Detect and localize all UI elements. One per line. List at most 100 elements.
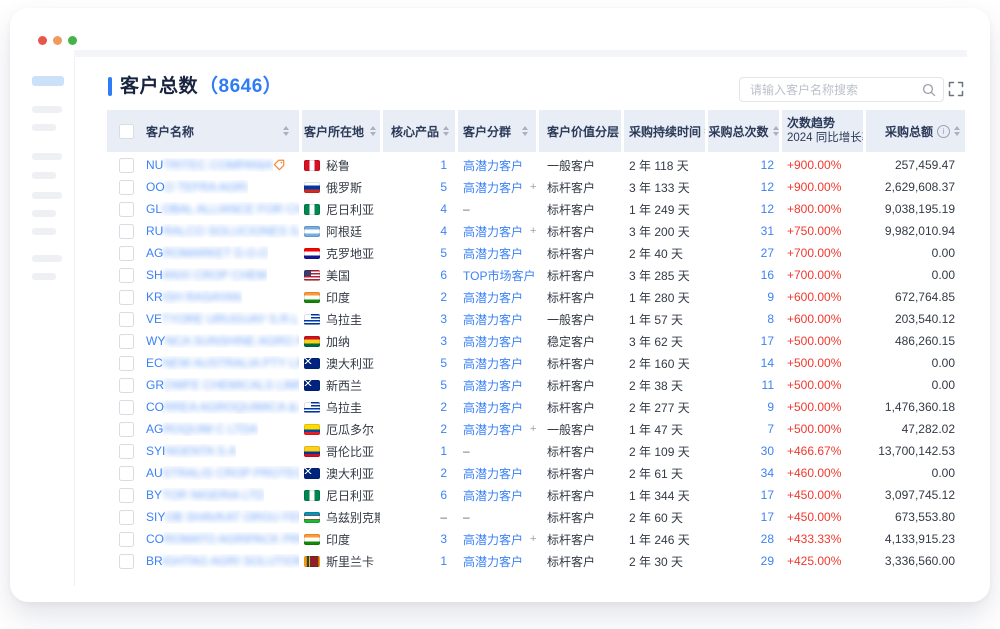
sidebar-item[interactable] [32,192,62,199]
purchase-count-link[interactable]: 28 [761,532,774,546]
select-all-checkbox[interactable] [119,124,134,139]
segment-link[interactable]: TOP市场客户 [463,267,535,284]
search-icon[interactable] [922,83,936,97]
segment-link[interactable]: 高潜力客户 [463,289,523,306]
column-header-segment[interactable]: 客户分群 [458,110,536,152]
customer-name-link[interactable]: BRIGHTAG AGRI SOLUTIONS PVT LTD [146,554,299,568]
table-row[interactable]: RURALCO SOLUCIONES S.A 阿根廷 4 高潜力客户 +1 标杆… [107,220,965,242]
customer-name-link[interactable]: AGROQUIM C LTDA [146,422,258,436]
segment-link[interactable]: 高潜力客户 [463,487,523,504]
table-row[interactable]: BRIGHTAG AGRI SOLUTIONS PVT LTD 斯里兰卡 1 高… [107,550,965,572]
sort-icon[interactable] [522,126,528,136]
segment-link[interactable]: 高潜力客户 [463,311,523,328]
customer-name-link[interactable]: BYTOR NIGERIA LTD [146,488,264,502]
purchase-count-link[interactable]: 27 [761,246,774,260]
search-box[interactable] [739,77,944,102]
table-row[interactable]: AUSTRALIS CROP PROTECTION P... 澳大利亚 2 高潜… [107,462,965,484]
sidebar-item[interactable] [32,172,56,179]
row-checkbox[interactable] [119,334,134,349]
core-products-count-link[interactable]: 5 [440,378,447,392]
customer-name-link[interactable]: GROWFE CHEMICALS LIMITED [146,378,299,392]
segment-link[interactable]: 高潜力客户 [463,399,523,416]
table-row[interactable]: OOO TEFRA AGRI 俄罗斯 5 高潜力客户 +1 标杆客户 3 年 1… [107,176,965,198]
row-checkbox[interactable] [119,158,134,173]
sidebar-item[interactable] [32,210,56,217]
core-products-count-link[interactable]: 5 [440,356,447,370]
customer-name-link[interactable]: WYNCA SUNSHINE AGRO PRODU... [146,334,299,348]
segment-link[interactable]: 高潜力客户 [463,355,523,372]
row-checkbox[interactable] [119,268,134,283]
sidebar-item-active[interactable] [32,76,64,86]
row-checkbox[interactable] [119,290,134,305]
row-checkbox[interactable] [119,466,134,481]
purchase-count-link[interactable]: 7 [767,422,774,436]
core-products-count-link[interactable]: 2 [440,466,447,480]
table-row[interactable]: SYINGENTA S.A 哥伦比亚 1 – 标杆客户 2 年 109 天 30… [107,440,965,462]
segment-link[interactable]: 高潜力客户 [463,553,523,570]
segment-link[interactable]: – [463,510,470,524]
row-checkbox[interactable] [119,400,134,415]
segment-link[interactable]: 高潜力客户 [463,333,523,350]
segment-link[interactable]: 高潜力客户 [463,223,523,240]
core-products-count-link[interactable]: 2 [440,400,447,414]
sort-icon[interactable] [954,126,960,136]
purchase-count-link[interactable]: 17 [761,488,774,502]
purchase-count-link[interactable]: 30 [761,444,774,458]
core-products-count-link[interactable]: 5 [440,180,447,194]
customer-name-link[interactable]: SIYOB SHAVKAT ORGU FERMER X... [146,510,299,524]
table-row[interactable]: VETYORE URUGUAY S.R.L 乌拉圭 3 高潜力客户 一般客户 1… [107,308,965,330]
customer-name-link[interactable]: VETYORE URUGUAY S.R.L [146,312,299,326]
customer-name-link[interactable]: GLOBAL ALLIANCE FOR CHEMICA... [146,202,299,216]
column-header-total-amount[interactable]: 采购总额 i [866,110,965,152]
purchase-count-link[interactable]: 9 [767,290,774,304]
customer-name-link[interactable]: RURALCO SOLUCIONES S.A [146,224,299,238]
customer-name-link[interactable]: SHANXI CROP CHEM [146,268,267,282]
purchase-count-link[interactable]: 12 [761,180,774,194]
purchase-count-link[interactable]: 31 [761,224,774,238]
row-checkbox[interactable] [119,378,134,393]
purchase-count-link[interactable]: 14 [761,356,774,370]
segment-link[interactable]: – [463,444,470,458]
purchase-count-link[interactable]: 9 [767,400,774,414]
purchase-count-link[interactable]: 29 [761,554,774,568]
table-row[interactable]: GLOBAL ALLIANCE FOR CHEMICA... 尼日利亚 4 – … [107,198,965,220]
info-icon[interactable]: i [937,125,950,138]
row-checkbox[interactable] [119,444,134,459]
row-checkbox[interactable] [119,246,134,261]
row-checkbox[interactable] [119,202,134,217]
sort-icon[interactable] [443,126,449,136]
row-checkbox[interactable] [119,356,134,371]
core-products-count-link[interactable]: 5 [440,246,447,260]
core-products-count-link[interactable]: 4 [440,224,447,238]
table-row[interactable]: SHANXI CROP CHEM 美国 6 TOP市场客户 标杆客户 3 年 2… [107,264,965,286]
row-checkbox[interactable] [119,488,134,503]
customer-name-link[interactable]: ECNEW AUSTRALIA PTY LIMITED [146,356,299,370]
sidebar-item[interactable] [32,255,62,262]
column-header-location[interactable]: 客户所在地 [302,110,380,152]
row-checkbox[interactable] [119,554,134,569]
column-header-customer-name[interactable]: 客户名称 [107,110,299,152]
segment-link[interactable]: 高潜力客户 [463,465,523,482]
table-row[interactable]: CORREA AGROQUIMICA & AGROR... 乌拉圭 2 高潜力客… [107,396,965,418]
sort-icon[interactable] [370,126,376,136]
sidebar-item[interactable] [32,273,56,280]
row-checkbox[interactable] [119,510,134,525]
purchase-count-link[interactable]: 34 [761,466,774,480]
sort-icon[interactable] [773,126,779,136]
core-products-count-link[interactable]: 2 [440,290,447,304]
purchase-count-link[interactable]: 17 [761,334,774,348]
core-products-count-link[interactable]: 1 [440,554,447,568]
column-header-count-trend[interactable]: 次数趋势 2024 同比增长率 [782,110,863,152]
segment-link[interactable]: 高潜力客户 [463,245,523,262]
purchase-count-link[interactable]: 12 [761,202,774,216]
customer-name-link[interactable]: COROMATO AGRIPACK PRIVATE ... [146,532,299,546]
column-header-purchase-count[interactable]: 采购总次数 [708,110,779,152]
core-products-count-link[interactable]: 4 [440,202,447,216]
purchase-count-link[interactable]: 16 [761,268,774,282]
table-row[interactable]: KRISH RASAYAN 印度 2 高潜力客户 标杆客户 1 年 280 天 … [107,286,965,308]
purchase-count-link[interactable]: 12 [761,158,774,172]
sidebar-item[interactable] [32,106,62,113]
table-row[interactable]: AGROQUIM C LTDA 厄瓜多尔 2 高潜力客户 +1 一般客户 1 年… [107,418,965,440]
customer-name-link[interactable]: NUTRITEC COMPANIA S.A.C [146,158,273,172]
customer-name-link[interactable]: AGROMARKET D.O.O [146,246,268,260]
